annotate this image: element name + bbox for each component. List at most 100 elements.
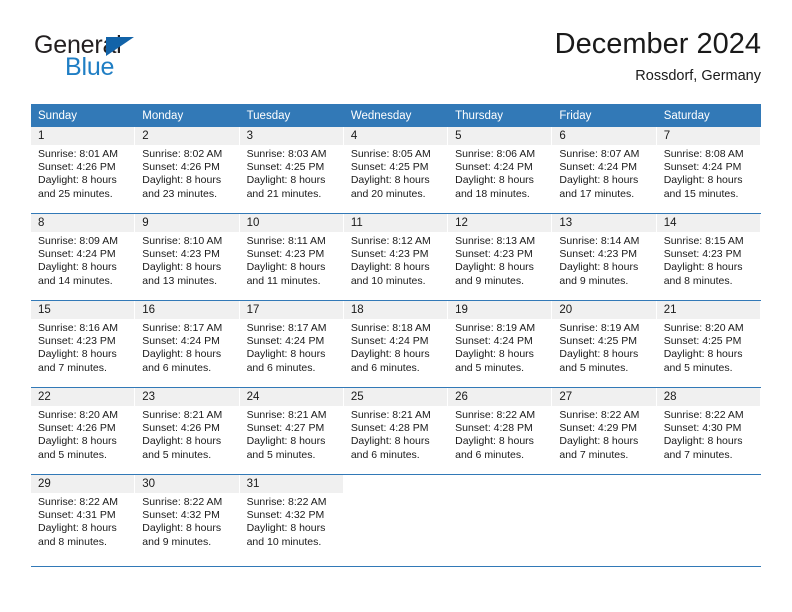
daylight-text-line2: and 8 minutes. xyxy=(663,274,733,287)
day-cell-inner: 31 Sunrise: 8:22 AM Sunset: 4:32 PM Dayligh… xyxy=(239,475,344,561)
calendar-day-cell[interactable]: 21 Sunrise: 8:20 AM Sunset: 4:25 PM Dayligh… xyxy=(656,300,761,388)
sunset-text: Sunset: 4:23 PM xyxy=(455,248,533,261)
calendar-day-cell[interactable]: 28 Sunrise: 8:22 AM Sunset: 4:30 PM Dayligh… xyxy=(656,387,761,475)
daylight-text-line2: and 6 minutes. xyxy=(350,448,420,461)
day-details: Sunrise: 8:13 AM Sunset: 4:23 PM Daylight:… xyxy=(448,232,552,288)
calendar-day-cell[interactable]: 25 Sunrise: 8:21 AM Sunset: 4:28 PM Dayligh… xyxy=(343,387,449,475)
sunrise-text: Sunrise: 8:05 AM xyxy=(350,148,431,160)
day-details: Sunrise: 8:22 AM Sunset: 4:32 PM Daylight:… xyxy=(240,493,344,549)
sunset-text: Sunset: 4:23 PM xyxy=(559,248,638,261)
calendar-day-cell[interactable]: 29 Sunrise: 8:22 AM Sunset: 4:31 PM Dayligh… xyxy=(31,474,136,561)
day-cell-inner: 25 Sunrise: 8:21 AM Sunset: 4:28 PM Dayligh… xyxy=(343,388,449,474)
sunrise-text: Sunrise: 8:19 AM xyxy=(559,322,640,334)
page-header: General Blue December 2024 Rossdorf, Ger… xyxy=(31,26,761,98)
calendar-day-cell[interactable]: 6 Sunrise: 8:07 AM Sunset: 4:24 PM Daylight… xyxy=(552,127,657,214)
calendar-day-cell[interactable]: 24 Sunrise: 8:21 AM Sunset: 4:27 PM Dayligh… xyxy=(239,387,344,475)
sunset-text: Sunset: 4:28 PM xyxy=(350,422,429,435)
day-details xyxy=(657,493,761,496)
day-cell-inner: 16 Sunrise: 8:17 AM Sunset: 4:24 PM Dayligh… xyxy=(135,301,240,387)
day-details: Sunrise: 8:19 AM Sunset: 4:24 PM Daylight:… xyxy=(448,319,552,375)
calendar-day-cell[interactable]: 30 Sunrise: 8:22 AM Sunset: 4:32 PM Dayligh… xyxy=(135,474,240,561)
sunset-text: Sunset: 4:29 PM xyxy=(559,422,638,435)
calendar-day-cell[interactable]: 3 Sunrise: 8:03 AM Sunset: 4:25 PM Daylight… xyxy=(239,127,344,214)
page-subtitle: Rossdorf, Germany xyxy=(635,68,761,84)
daylight-text-line1: Daylight: 8 hours xyxy=(350,435,430,448)
day-details: Sunrise: 8:03 AM Sunset: 4:25 PM Daylight:… xyxy=(240,145,344,201)
day-details: Sunrise: 8:01 AM Sunset: 4:26 PM Daylight:… xyxy=(31,145,135,201)
day-details: Sunrise: 8:21 AM Sunset: 4:28 PM Daylight:… xyxy=(344,406,448,462)
sunset-text: Sunset: 4:24 PM xyxy=(246,335,325,348)
calendar-day-cell[interactable]: 2 Sunrise: 8:02 AM Sunset: 4:26 PM Daylight… xyxy=(135,127,240,214)
calendar-day-cell[interactable]: 19 Sunrise: 8:19 AM Sunset: 4:24 PM Dayligh… xyxy=(448,300,553,388)
calendar-day-cell[interactable]: 27 Sunrise: 8:22 AM Sunset: 4:29 PM Dayligh… xyxy=(552,387,657,475)
sunset-text: Sunset: 4:25 PM xyxy=(559,335,638,348)
daylight-text-line2: and 5 minutes. xyxy=(455,361,525,374)
sunrise-text: Sunrise: 8:01 AM xyxy=(38,148,118,160)
daylight-text-line1: Daylight: 8 hours xyxy=(455,348,534,361)
sunrise-text: Sunrise: 8:22 AM xyxy=(663,409,744,421)
day-cell-inner: 30 Sunrise: 8:22 AM Sunset: 4:32 PM Dayligh… xyxy=(135,475,240,561)
day-number: 1 xyxy=(31,127,136,145)
calendar-day-cell[interactable]: 7 Sunrise: 8:08 AM Sunset: 4:24 PM Daylight… xyxy=(656,127,761,214)
generalblue-logo[interactable]: General Blue xyxy=(31,32,261,94)
day-number: 14 xyxy=(656,214,761,232)
weekday-header-wednesday: Wednesday xyxy=(343,104,449,127)
day-details: Sunrise: 8:22 AM Sunset: 4:32 PM Daylight:… xyxy=(135,493,239,549)
calendar-day-cell[interactable]: 13 Sunrise: 8:14 AM Sunset: 4:23 PM Dayligh… xyxy=(552,213,657,301)
daylight-text-line2: and 23 minutes. xyxy=(142,187,217,200)
calendar-day-cell[interactable]: 1 Sunrise: 8:01 AM Sunset: 4:26 PM Daylight… xyxy=(31,127,136,214)
daylight-text-line2: and 14 minutes. xyxy=(38,274,113,287)
day-number: 17 xyxy=(239,301,344,319)
daylight-text-line1: Daylight: 8 hours xyxy=(350,261,430,274)
sunset-text: Sunset: 4:26 PM xyxy=(142,422,220,435)
sunrise-text: Sunrise: 8:22 AM xyxy=(246,496,327,508)
calendar-day-cell[interactable]: 11 Sunrise: 8:12 AM Sunset: 4:23 PM Dayligh… xyxy=(343,213,449,301)
calendar-day-cell[interactable]: 17 Sunrise: 8:17 AM Sunset: 4:24 PM Dayligh… xyxy=(239,300,344,388)
daylight-text-line2: and 5 minutes. xyxy=(38,448,107,461)
sunset-text: Sunset: 4:24 PM xyxy=(559,161,638,174)
day-cell-inner: 13 Sunrise: 8:14 AM Sunset: 4:23 PM Dayligh… xyxy=(552,214,657,300)
day-cell-inner: 5 Sunrise: 8:06 AM Sunset: 4:24 PM Daylight… xyxy=(448,127,553,213)
daylight-text-line1: Daylight: 8 hours xyxy=(350,348,430,361)
day-details: Sunrise: 8:08 AM Sunset: 4:24 PM Daylight:… xyxy=(657,145,761,201)
sunset-text: Sunset: 4:24 PM xyxy=(663,161,742,174)
calendar-day-cell[interactable]: 23 Sunrise: 8:21 AM Sunset: 4:26 PM Dayligh… xyxy=(135,387,240,475)
sunrise-text: Sunrise: 8:15 AM xyxy=(663,235,744,247)
day-details: Sunrise: 8:17 AM Sunset: 4:24 PM Daylight:… xyxy=(240,319,344,375)
calendar-week-row: 15 Sunrise: 8:16 AM Sunset: 4:23 PM Dayligh… xyxy=(31,300,761,388)
calendar-bottom-rule xyxy=(31,566,761,567)
calendar-day-cell[interactable]: 20 Sunrise: 8:19 AM Sunset: 4:25 PM Dayligh… xyxy=(552,300,657,388)
daylight-text-line2: and 9 minutes. xyxy=(455,274,525,287)
sunrise-text: Sunrise: 8:20 AM xyxy=(663,322,744,334)
calendar-day-cell-empty xyxy=(448,474,553,561)
daylight-text-line2: and 5 minutes. xyxy=(559,361,629,374)
sunset-text: Sunset: 4:23 PM xyxy=(142,248,220,261)
calendar-day-cell[interactable]: 15 Sunrise: 8:16 AM Sunset: 4:23 PM Dayligh… xyxy=(31,300,136,388)
sunrise-text: Sunrise: 8:17 AM xyxy=(246,322,327,334)
calendar-day-cell[interactable]: 9 Sunrise: 8:10 AM Sunset: 4:23 PM Daylight… xyxy=(135,213,240,301)
daylight-text-line1: Daylight: 8 hours xyxy=(246,174,326,187)
calendar-day-cell[interactable]: 4 Sunrise: 8:05 AM Sunset: 4:25 PM Daylight… xyxy=(343,127,449,214)
sunrise-text: Sunrise: 8:21 AM xyxy=(350,409,431,421)
day-number xyxy=(343,475,449,493)
calendar-day-cell-empty xyxy=(343,474,449,561)
calendar-day-cell[interactable]: 8 Sunrise: 8:09 AM Sunset: 4:24 PM Daylight… xyxy=(31,213,136,301)
calendar-day-cell[interactable]: 5 Sunrise: 8:06 AM Sunset: 4:24 PM Daylight… xyxy=(448,127,553,214)
day-details: Sunrise: 8:14 AM Sunset: 4:23 PM Daylight:… xyxy=(552,232,656,288)
calendar-day-cell[interactable]: 31 Sunrise: 8:22 AM Sunset: 4:32 PM Dayligh… xyxy=(239,474,344,561)
day-details: Sunrise: 8:10 AM Sunset: 4:23 PM Daylight:… xyxy=(135,232,239,288)
day-cell-inner: 1 Sunrise: 8:01 AM Sunset: 4:26 PM Daylight… xyxy=(31,127,136,213)
daylight-text-line1: Daylight: 8 hours xyxy=(350,174,430,187)
calendar-day-cell[interactable]: 18 Sunrise: 8:18 AM Sunset: 4:24 PM Dayligh… xyxy=(343,300,449,388)
day-cell-inner: 10 Sunrise: 8:11 AM Sunset: 4:23 PM Dayligh… xyxy=(239,214,344,300)
calendar-day-cell[interactable]: 10 Sunrise: 8:11 AM Sunset: 4:23 PM Dayligh… xyxy=(239,213,344,301)
day-number: 20 xyxy=(552,301,657,319)
calendar-day-cell[interactable]: 16 Sunrise: 8:17 AM Sunset: 4:24 PM Dayligh… xyxy=(135,300,240,388)
day-number: 6 xyxy=(552,127,657,145)
calendar-day-cell[interactable]: 14 Sunrise: 8:15 AM Sunset: 4:23 PM Dayligh… xyxy=(656,213,761,301)
calendar-day-cell[interactable]: 12 Sunrise: 8:13 AM Sunset: 4:23 PM Dayligh… xyxy=(448,213,553,301)
calendar-day-cell[interactable]: 22 Sunrise: 8:20 AM Sunset: 4:26 PM Dayligh… xyxy=(31,387,136,475)
calendar-day-cell[interactable]: 26 Sunrise: 8:22 AM Sunset: 4:28 PM Dayligh… xyxy=(448,387,553,475)
day-cell-inner: 2 Sunrise: 8:02 AM Sunset: 4:26 PM Daylight… xyxy=(135,127,240,213)
daylight-text-line1: Daylight: 8 hours xyxy=(663,261,743,274)
